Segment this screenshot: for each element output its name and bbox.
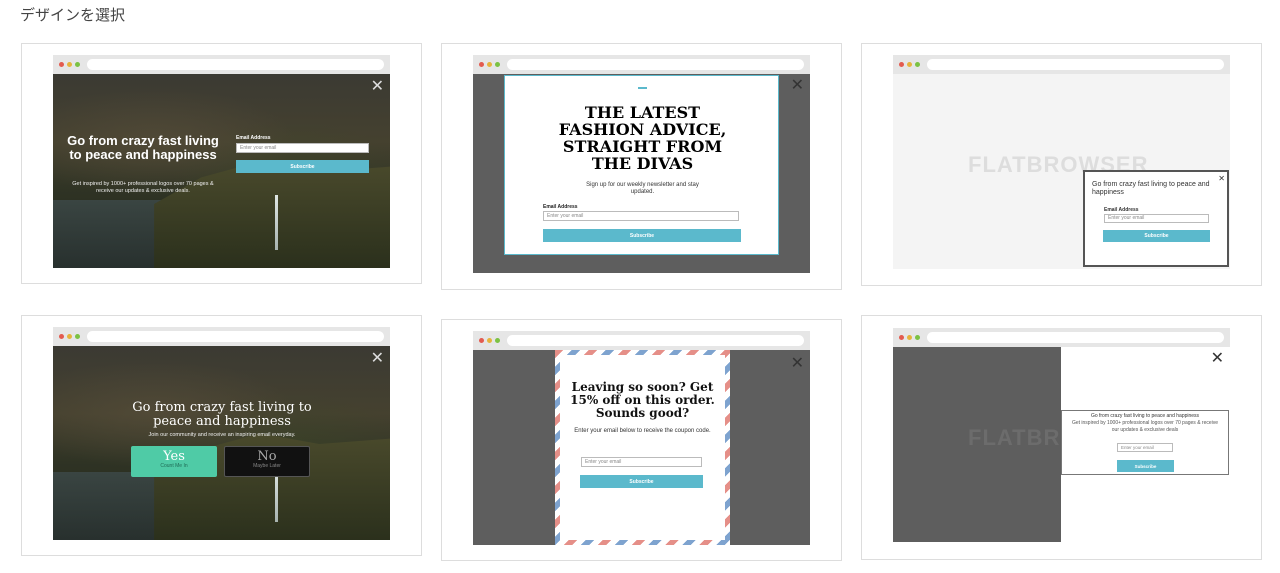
close-icon[interactable]: ✕	[371, 79, 384, 95]
popup-headline: Go from crazy fast living to peace and h…	[1090, 413, 1200, 419]
design-card-5[interactable]: ✕ Leaving so soon? Get 15% off on this o…	[441, 319, 842, 561]
no-label: No	[257, 449, 277, 464]
minimize-dot-icon	[67, 334, 72, 339]
url-bar	[927, 332, 1224, 343]
close-icon[interactable]: ✕	[791, 356, 804, 372]
close-dot-icon	[59, 62, 64, 67]
maximize-dot-icon	[75, 62, 80, 67]
popup-headline: Go from crazy fast living to peace and h…	[1092, 181, 1210, 196]
email-input[interactable]: Enter your email	[581, 457, 702, 467]
popup-subtext: Get inspired by 1000+ professional logos…	[1071, 420, 1219, 433]
close-dot-icon	[59, 334, 64, 339]
popup-subtext: Join our community and receive an inspir…	[148, 432, 296, 438]
close-dot-icon	[899, 62, 904, 67]
close-dot-icon	[479, 338, 484, 343]
email-label: Email Address	[236, 135, 271, 141]
airmail-popup: Leaving so soon? Get 15% off on this ord…	[555, 350, 730, 545]
browser-mockup: ✕ THE LATEST FASHION ADVICE, STRAIGHT FR…	[473, 55, 810, 273]
viewport: FLATBROWSER ✕ Go from crazy fast living …	[893, 74, 1230, 269]
popup-subtext: Enter your email below to receive the co…	[574, 428, 711, 434]
popup-subtext: Sign up for our weekly newsletter and st…	[586, 182, 699, 195]
url-bar	[507, 335, 804, 346]
browser-chrome	[473, 331, 810, 350]
browser-chrome	[893, 328, 1230, 347]
minimize-dot-icon	[487, 62, 492, 67]
subscribe-button[interactable]: Subscribe	[236, 160, 369, 173]
viewport: ✕ Go from crazy fast living to peace and…	[53, 74, 390, 268]
viewport: ✕ THE LATEST FASHION ADVICE, STRAIGHT FR…	[473, 74, 810, 273]
minimize-dot-icon	[487, 338, 492, 343]
popup-headline: Go from crazy fast living to peace and h…	[67, 133, 219, 162]
url-bar	[927, 59, 1224, 70]
browser-mockup: ✕ Go from crazy fast living to peace and…	[53, 55, 390, 268]
maximize-dot-icon	[495, 62, 500, 67]
popup-headline: Go from crazy fast living to peace and h…	[132, 400, 312, 429]
design-card-1[interactable]: ✕ Go from crazy fast living to peace and…	[21, 43, 422, 284]
close-icon[interactable]: ✕	[371, 351, 384, 367]
minimize-dot-icon	[907, 335, 912, 340]
browser-mockup: FLATBROWSER ✕ Go from crazy fast living …	[893, 55, 1230, 269]
browser-mockup: ✕ Leaving so soon? Get 15% off on this o…	[473, 331, 810, 545]
watermark: FLATBR	[968, 425, 1061, 450]
landscape-background	[53, 346, 390, 540]
browser-chrome	[893, 55, 1230, 74]
email-label: Email Address	[543, 204, 578, 210]
browser-chrome	[53, 327, 390, 346]
popup-box: Go from crazy fast living to peace and h…	[1061, 410, 1229, 475]
design-card-3[interactable]: FLATBROWSER ✕ Go from crazy fast living …	[861, 43, 1262, 286]
popup-headline: Leaving so soon? Get 15% off on this ord…	[570, 380, 715, 420]
viewport: ✕ Leaving so soon? Get 15% off on this o…	[473, 350, 810, 545]
no-sublabel: Maybe Later	[253, 463, 281, 469]
subscribe-button[interactable]: Subscribe	[1117, 460, 1174, 472]
yes-sublabel: Count Me In	[160, 463, 188, 469]
popup-box: THE LATEST FASHION ADVICE, STRAIGHT FROM…	[504, 75, 779, 255]
subscribe-button[interactable]: Subscribe	[1103, 230, 1210, 242]
minimize-dot-icon	[67, 62, 72, 67]
browser-chrome	[473, 55, 810, 74]
email-label: Email Address	[1104, 207, 1139, 213]
url-bar	[507, 59, 804, 70]
maximize-dot-icon	[915, 62, 920, 67]
url-bar	[87, 331, 384, 342]
subscribe-button[interactable]: Subscribe	[580, 475, 703, 488]
yes-button[interactable]: Yes Count Me In	[131, 446, 217, 477]
email-input[interactable]: Enter your email	[236, 143, 369, 153]
email-input[interactable]: Enter your email	[1104, 214, 1209, 223]
close-dot-icon	[899, 335, 904, 340]
email-input[interactable]: Enter your email	[1117, 443, 1173, 452]
viewport: ✕ Go from crazy fast living to peace and…	[53, 346, 390, 540]
browser-chrome	[53, 55, 390, 74]
close-icon[interactable]: ✕	[1211, 351, 1224, 367]
no-button[interactable]: No Maybe Later	[224, 446, 310, 477]
maximize-dot-icon	[495, 338, 500, 343]
design-card-6[interactable]: FLATBR ✕ Go from crazy fast living to pe…	[861, 315, 1262, 560]
close-icon[interactable]: ✕	[791, 78, 804, 94]
page-title: デザインを選択	[20, 7, 126, 24]
design-card-2[interactable]: ✕ THE LATEST FASHION ADVICE, STRAIGHT FR…	[441, 43, 842, 290]
design-card-4[interactable]: ✕ Go from crazy fast living to peace and…	[21, 315, 422, 556]
yes-label: Yes	[163, 449, 185, 464]
slide-in-popup: ✕ Go from crazy fast living to peace and…	[1083, 170, 1229, 267]
maximize-dot-icon	[915, 335, 920, 340]
url-bar	[87, 59, 384, 70]
minimize-dot-icon	[907, 62, 912, 67]
maximize-dot-icon	[75, 334, 80, 339]
close-dot-icon	[479, 62, 484, 67]
viewport: FLATBR ✕ Go from crazy fast living to pe…	[893, 347, 1230, 542]
popup-inner: Leaving so soon? Get 15% off on this ord…	[560, 355, 725, 540]
accent-bar	[638, 87, 647, 89]
email-input[interactable]: Enter your email	[543, 211, 739, 221]
popup-subtext: Get inspired by 1000+ professional logos…	[72, 181, 214, 194]
subscribe-button[interactable]: Subscribe	[543, 229, 741, 242]
popup-headline: THE LATEST FASHION ADVICE, STRAIGHT FROM…	[558, 103, 727, 173]
browser-mockup: FLATBR ✕ Go from crazy fast living to pe…	[893, 328, 1230, 542]
browser-mockup: ✕ Go from crazy fast living to peace and…	[53, 327, 390, 540]
